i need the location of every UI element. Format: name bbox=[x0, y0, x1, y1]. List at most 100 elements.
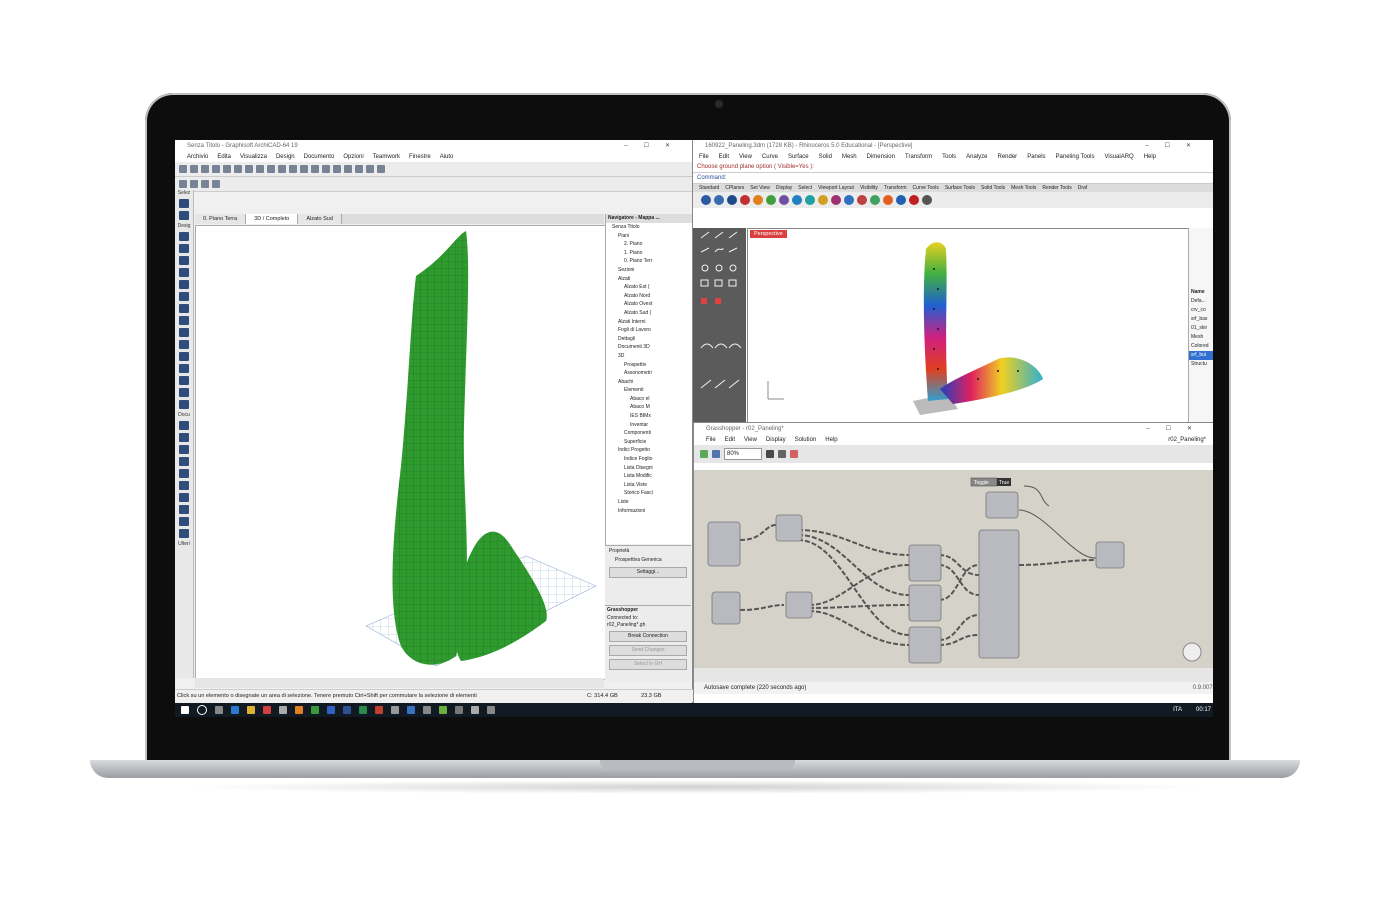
navigator-item[interactable]: Assonometri bbox=[606, 369, 692, 378]
navigator-item[interactable]: Indici Progetto bbox=[606, 446, 692, 455]
print-icon[interactable] bbox=[740, 195, 750, 205]
navigator-item[interactable]: Inventar bbox=[606, 421, 692, 430]
zone-tool-icon[interactable] bbox=[179, 388, 189, 397]
section-icon[interactable] bbox=[355, 165, 363, 173]
pen-icon[interactable] bbox=[289, 165, 297, 173]
rhino-window-controls[interactable]: –☐✕ bbox=[1145, 140, 1207, 152]
grasshopper-taskbar-icon[interactable] bbox=[439, 706, 447, 714]
gh-zoom-select[interactable]: 80% bbox=[724, 448, 762, 460]
edge-icon[interactable] bbox=[231, 706, 239, 714]
rhino-menu-item[interactable]: Analyze bbox=[966, 152, 987, 162]
layer-item[interactable]: Colored bbox=[1189, 342, 1213, 351]
open-icon[interactable] bbox=[190, 165, 198, 173]
navigator-item[interactable]: Lista Modific bbox=[606, 472, 692, 481]
tab-piano-terra[interactable]: 0. Piano Terra bbox=[195, 214, 247, 224]
navigator-item[interactable]: Documenti 3D bbox=[606, 343, 692, 352]
rhino-toolbar-tab[interactable]: CPlanes bbox=[725, 184, 744, 192]
save-file-icon[interactable] bbox=[727, 195, 737, 205]
rhino-toolbar-tab[interactable]: Display bbox=[776, 184, 792, 192]
rhino-toolbar-tab[interactable]: Standard bbox=[699, 184, 719, 192]
menu-edita[interactable]: Edita bbox=[217, 152, 231, 162]
rhino-menu-item[interactable]: Help bbox=[1144, 152, 1156, 162]
tab-3d-completo[interactable]: 3D / Completo bbox=[246, 214, 299, 224]
layer-item[interactable]: Defa... bbox=[1189, 297, 1213, 306]
gh-menu-item[interactable]: Edit bbox=[725, 435, 735, 445]
stair-tool-icon[interactable] bbox=[179, 304, 189, 313]
undo-icon[interactable] bbox=[256, 165, 264, 173]
rhino-menu-item[interactable]: View bbox=[739, 152, 752, 162]
line-tool-icon[interactable] bbox=[179, 481, 189, 490]
window-controls[interactable]: –☐✕ bbox=[624, 140, 686, 152]
rhino-menu-item[interactable]: Mesh bbox=[842, 152, 857, 162]
rhino-toolbar-tab[interactable]: Set View bbox=[750, 184, 770, 192]
arrow-icon[interactable] bbox=[179, 180, 187, 188]
rhino-tools-icons[interactable] bbox=[693, 228, 746, 422]
gh-open-icon[interactable] bbox=[700, 450, 708, 458]
slab-tool-icon[interactable] bbox=[179, 292, 189, 301]
rhino-menu-item[interactable]: Render bbox=[998, 152, 1018, 162]
pan-icon[interactable] bbox=[792, 195, 802, 205]
task-view-icon[interactable] bbox=[215, 706, 223, 714]
new-icon[interactable] bbox=[179, 165, 187, 173]
pointer-icon[interactable] bbox=[212, 180, 220, 188]
cut-icon[interactable] bbox=[223, 165, 231, 173]
gh-preview-icon[interactable] bbox=[778, 450, 786, 458]
gh-save-icon[interactable] bbox=[712, 450, 720, 458]
layer-item[interactable]: Structu bbox=[1189, 360, 1213, 369]
menu-finestre[interactable]: Finestre bbox=[409, 152, 431, 162]
rhino-menu-item[interactable]: Edit bbox=[719, 152, 729, 162]
navigator-item[interactable]: 3D bbox=[606, 352, 692, 361]
navigator-item[interactable]: Abaco M bbox=[606, 403, 692, 412]
beam-tool-icon[interactable] bbox=[179, 280, 189, 289]
gh-sketch-icon[interactable] bbox=[790, 450, 798, 458]
orbit-icon[interactable] bbox=[201, 180, 209, 188]
rhino-menu-item[interactable]: File bbox=[699, 152, 709, 162]
clock[interactable]: 00:17 bbox=[1196, 703, 1211, 717]
cut-icon[interactable] bbox=[753, 195, 763, 205]
navigator-item[interactable]: Fogli di Lavoro bbox=[606, 326, 692, 335]
column-tool-icon[interactable] bbox=[179, 268, 189, 277]
wall-tool-icon[interactable] bbox=[179, 232, 189, 241]
app-icon-3[interactable] bbox=[311, 706, 319, 714]
navigator-item[interactable]: Liste bbox=[606, 498, 692, 507]
rhino-toolbar-tab[interactable]: Solid Tools bbox=[981, 184, 1005, 192]
rhino-command-line[interactable]: Command: bbox=[693, 173, 1213, 184]
menu-visualizza[interactable]: Visualizza bbox=[240, 152, 267, 162]
navigator-item[interactable]: Abaco el bbox=[606, 395, 692, 404]
language-indicator[interactable]: ITA bbox=[1173, 703, 1182, 717]
gh-menu-item[interactable]: Help bbox=[825, 435, 837, 445]
layers-icon[interactable] bbox=[300, 165, 308, 173]
app-icon-7[interactable] bbox=[487, 706, 495, 714]
render-icon[interactable] bbox=[377, 165, 385, 173]
navigator-item[interactable]: 0. Piano Terr bbox=[606, 257, 692, 266]
copy-icon[interactable] bbox=[234, 165, 242, 173]
rhino-toolbar-tab[interactable]: Viewport Layout bbox=[818, 184, 854, 192]
curtainwall-tool-icon[interactable] bbox=[179, 352, 189, 361]
app-icon-5[interactable] bbox=[407, 706, 415, 714]
app-icon-1[interactable] bbox=[279, 706, 287, 714]
rhino-toolbar-tab[interactable]: Draf bbox=[1078, 184, 1087, 192]
menu-teamwork[interactable]: Teamwork bbox=[373, 152, 400, 162]
rhino-toolbar-tab[interactable]: Visibility bbox=[860, 184, 878, 192]
rhino-menu-item[interactable]: Dimension bbox=[867, 152, 895, 162]
photoshop-icon[interactable] bbox=[327, 706, 335, 714]
gh-menu-item[interactable]: Solution bbox=[795, 435, 817, 445]
fill-tool-icon[interactable] bbox=[179, 469, 189, 478]
rhino-toolbar-tab[interactable]: Surface Tools bbox=[945, 184, 975, 192]
circle-tool-icon[interactable] bbox=[179, 493, 189, 502]
viewport-label[interactable]: Perspective bbox=[750, 230, 787, 238]
mesh-tool-icon[interactable] bbox=[179, 400, 189, 409]
navigator-item[interactable]: Storico Fasci bbox=[606, 489, 692, 498]
text-tool-icon[interactable] bbox=[179, 445, 189, 454]
menu-opzioni[interactable]: Opzioni bbox=[343, 152, 363, 162]
navigator-item[interactable]: Alzati Interni bbox=[606, 318, 692, 327]
word-icon[interactable] bbox=[343, 706, 351, 714]
render-icon[interactable] bbox=[909, 195, 919, 205]
zoom-extents-icon[interactable] bbox=[831, 195, 841, 205]
windows-start-icon[interactable] bbox=[181, 706, 189, 714]
navigator-item[interactable]: Lista Disegni bbox=[606, 464, 692, 473]
rhino-toolbar-tab[interactable]: Curve Tools bbox=[913, 184, 939, 192]
morph-tool-icon[interactable] bbox=[179, 340, 189, 349]
app-icon-4[interactable] bbox=[391, 706, 399, 714]
dimension-tool-icon[interactable] bbox=[179, 421, 189, 430]
